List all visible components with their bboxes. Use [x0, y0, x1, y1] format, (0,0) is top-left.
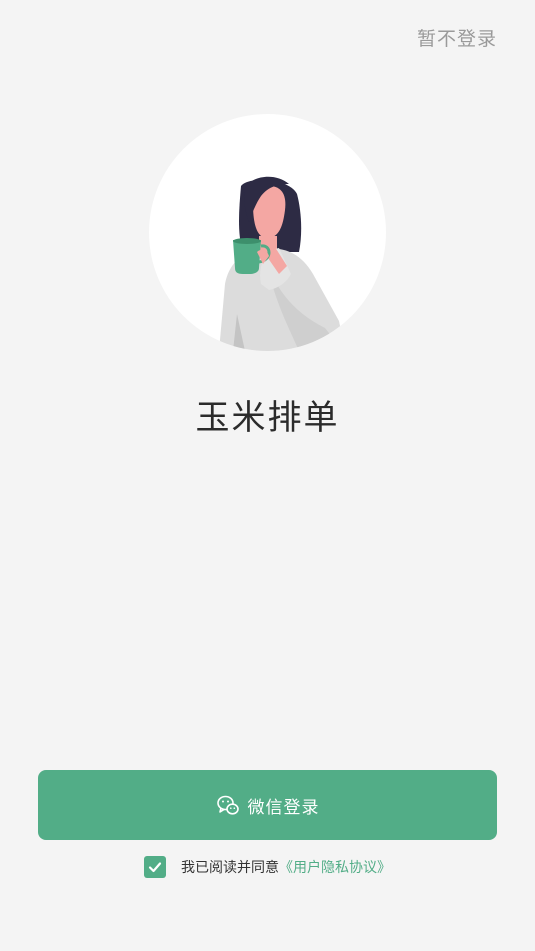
agreement-row: 我已阅读并同意 《用户隐私协议》 — [0, 856, 535, 878]
privacy-policy-link[interactable]: 《用户隐私协议》 — [279, 857, 391, 877]
wechat-login-button[interactable]: 微信登录 — [38, 770, 497, 840]
wechat-login-label: 微信登录 — [247, 797, 320, 818]
agreement-text: 我已阅读并同意 — [181, 860, 279, 876]
agreement-checkbox[interactable] — [144, 856, 166, 878]
app-title: 玉米排单 — [195, 398, 340, 438]
wechat-icon — [216, 793, 240, 817]
app-illustration — [149, 114, 386, 351]
skip-login-button[interactable]: 暂不登录 — [417, 24, 497, 51]
checkmark-icon — [148, 862, 162, 873]
woman-with-cup-illustration — [219, 176, 345, 351]
